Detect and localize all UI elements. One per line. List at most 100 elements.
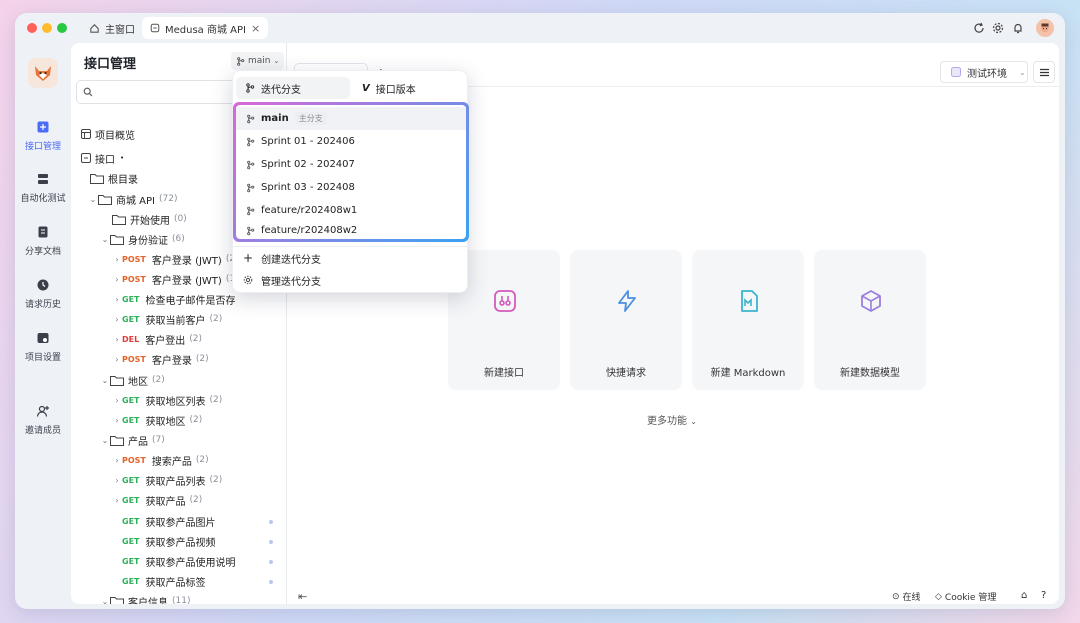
branch-item[interactable]: Sprint 03 - 202408 xyxy=(236,176,466,199)
tree-endpoint[interactable]: › GET 获取产品列表 (2) xyxy=(112,471,222,489)
folder-label: 地区 xyxy=(128,376,148,388)
rail-item-invite-members[interactable]: 邀请成员 xyxy=(15,403,71,436)
tree-endpoint[interactable]: › POST 客户登录 (2) xyxy=(112,350,208,368)
rail-item-project-settings[interactable]: 项目设置 xyxy=(15,330,71,363)
interfaces-header[interactable]: 接口 • xyxy=(81,149,124,167)
close-window-button[interactable] xyxy=(27,23,37,33)
endpoint-label: 客户登录 (JWT) xyxy=(151,255,222,267)
cube-icon xyxy=(858,288,884,314)
shirt-theme-icon[interactable]: ⌂ xyxy=(1021,590,1027,601)
tree-endpoint[interactable]: GET 获取参产品视频 xyxy=(122,532,216,550)
item-count: (11) xyxy=(172,596,191,604)
tree-folder-root[interactable]: 根目录 xyxy=(90,169,138,187)
folder-icon xyxy=(90,173,104,184)
branch-item[interactable]: Sprint 02 - 202407 xyxy=(236,153,466,176)
more-features-link[interactable]: 更多功能 ⌄ xyxy=(647,412,697,427)
markdown-icon xyxy=(736,288,762,314)
settings-gear-icon[interactable] xyxy=(990,20,1006,36)
quick-request-card[interactable]: 快捷请求 xyxy=(570,250,682,390)
refresh-icon[interactable] xyxy=(971,20,987,36)
create-branch-label: 创建迭代分支 xyxy=(261,254,322,266)
manage-branches-button[interactable]: 管理迭代分支 xyxy=(243,270,321,290)
tree-endpoint[interactable]: › POST 客户登录 (JWT) (1) xyxy=(112,270,238,288)
tree-endpoint[interactable]: › GET 检查电子邮件是否存 xyxy=(112,290,235,308)
project-icon xyxy=(150,23,160,33)
share-doc-icon xyxy=(35,224,51,240)
tree-endpoint[interactable]: GET 获取参产品使用说明 xyxy=(122,552,236,570)
tab-home[interactable]: 主窗口 xyxy=(81,17,143,39)
http-method: GET xyxy=(122,475,140,485)
new-markdown-card[interactable]: 新建 Markdown xyxy=(692,250,804,390)
overview-label: 项目概览 xyxy=(95,130,135,142)
new-data-model-card[interactable]: 新建数据模型 xyxy=(814,250,926,390)
rail-label: 接口管理 xyxy=(24,142,61,152)
http-method: GET xyxy=(122,516,140,526)
folder-label: 开始使用 xyxy=(130,215,170,227)
tab-project[interactable]: Medusa 商城 API × xyxy=(142,17,269,39)
tree-endpoint[interactable]: GET 获取参产品图片 xyxy=(122,512,216,530)
tree-endpoint[interactable]: › GET 获取当前客户 (2) xyxy=(112,310,222,328)
notification-bell-icon[interactable] xyxy=(1010,20,1026,36)
project-overview-item[interactable]: 项目概览 xyxy=(81,125,135,143)
tree-endpoint[interactable]: GET 获取产品标签 xyxy=(122,572,206,590)
git-branch-icon xyxy=(237,56,245,66)
minimize-window-button[interactable] xyxy=(42,23,52,33)
card-label: 新建接口 xyxy=(484,368,524,379)
tree-endpoint[interactable]: › GET 获取地区列表 (2) xyxy=(112,391,222,409)
tree-endpoint[interactable]: › GET 获取产品 (2) xyxy=(112,491,202,509)
hamburger-menu-icon xyxy=(1039,68,1049,76)
http-method: GET xyxy=(122,556,140,566)
nav-rail: 接口管理 自动化测试 分享文档 请求历史 项目设置 邀请成员 xyxy=(15,43,71,609)
branch-switcher-button[interactable]: main ⌄ xyxy=(231,52,285,70)
branch-item[interactable]: feature/r202408w1 xyxy=(236,199,466,222)
tree-folder[interactable]: ⌄ 产品 (7) xyxy=(100,431,165,449)
collapse-sidebar-icon[interactable]: ⇤ xyxy=(298,590,307,603)
interface-icon xyxy=(81,153,91,163)
zoom-window-button[interactable] xyxy=(57,23,67,33)
branch-name: feature/r202408w1 xyxy=(261,205,358,216)
branch-item[interactable]: main 主分支 xyxy=(236,107,466,130)
chevron-right-icon: › xyxy=(115,475,119,485)
tree-folder[interactable]: ⌄ 身份验证 (6) xyxy=(100,230,185,248)
branch-item[interactable]: feature/r202408w2 xyxy=(236,222,466,239)
chevron-down-icon: ⌄ xyxy=(101,375,109,385)
rail-item-request-history[interactable]: 请求历史 xyxy=(15,277,71,310)
online-status[interactable]: ⊙ 在线 xyxy=(892,590,921,604)
http-method: GET xyxy=(122,495,140,505)
branch-name: Sprint 01 - 202406 xyxy=(261,136,355,147)
card-label: 快捷请求 xyxy=(606,368,646,379)
menu-button[interactable] xyxy=(1033,61,1055,83)
cookie-icon: ◇ xyxy=(935,591,942,602)
tree-endpoint[interactable]: › GET 获取地区 (2) xyxy=(112,411,202,429)
plus-icon: + xyxy=(243,251,254,265)
branch-item[interactable]: Sprint 01 - 202406 xyxy=(236,130,466,153)
tab-api-version[interactable]: V 接口版本 xyxy=(353,77,416,99)
user-avatar[interactable] xyxy=(1036,19,1054,37)
tree-folder[interactable]: ⌄ 客户信息 (11) xyxy=(100,592,190,604)
search-input[interactable] xyxy=(76,80,246,104)
tree-endpoint[interactable]: › POST 搜索产品 (2) xyxy=(112,451,208,469)
tab-iteration-branch[interactable]: 迭代分支 xyxy=(236,77,350,99)
close-tab-icon[interactable]: × xyxy=(251,22,260,35)
tree-endpoint[interactable]: › DEL 客户登出 (2) xyxy=(112,330,202,348)
create-branch-button[interactable]: + 创建迭代分支 xyxy=(243,248,321,268)
help-icon[interactable]: ? xyxy=(1041,590,1046,601)
tree-folder[interactable]: ⌄ 商城 API (72) xyxy=(88,190,178,208)
card-label: 新建 Markdown xyxy=(710,368,786,379)
environment-select[interactable]: 测试环境 ⌄ xyxy=(940,61,1028,83)
environment-label: 测试环境 xyxy=(967,68,1007,80)
rail-item-api-management[interactable]: 接口管理 xyxy=(15,119,71,152)
tree-folder[interactable]: ⌄ 地区 (2) xyxy=(100,371,165,389)
folder-icon xyxy=(98,194,112,205)
interfaces-label: 接口 xyxy=(95,154,115,166)
cookie-manager-button[interactable]: ◇ Cookie 管理 xyxy=(935,590,996,604)
search-icon xyxy=(83,87,93,97)
folder-label: 根目录 xyxy=(108,174,138,186)
overview-icon xyxy=(81,129,91,139)
rail-item-automated-testing[interactable]: 自动化测试 xyxy=(15,171,71,204)
endpoint-label: 获取地区 xyxy=(145,416,186,428)
rail-item-shared-docs[interactable]: 分享文档 xyxy=(15,224,71,257)
tree-folder[interactable]: 开始使用 (0) xyxy=(112,210,187,228)
app-logo xyxy=(28,58,58,88)
tree-endpoint[interactable]: › POST 客户登录 (JWT) (2) xyxy=(112,250,238,268)
